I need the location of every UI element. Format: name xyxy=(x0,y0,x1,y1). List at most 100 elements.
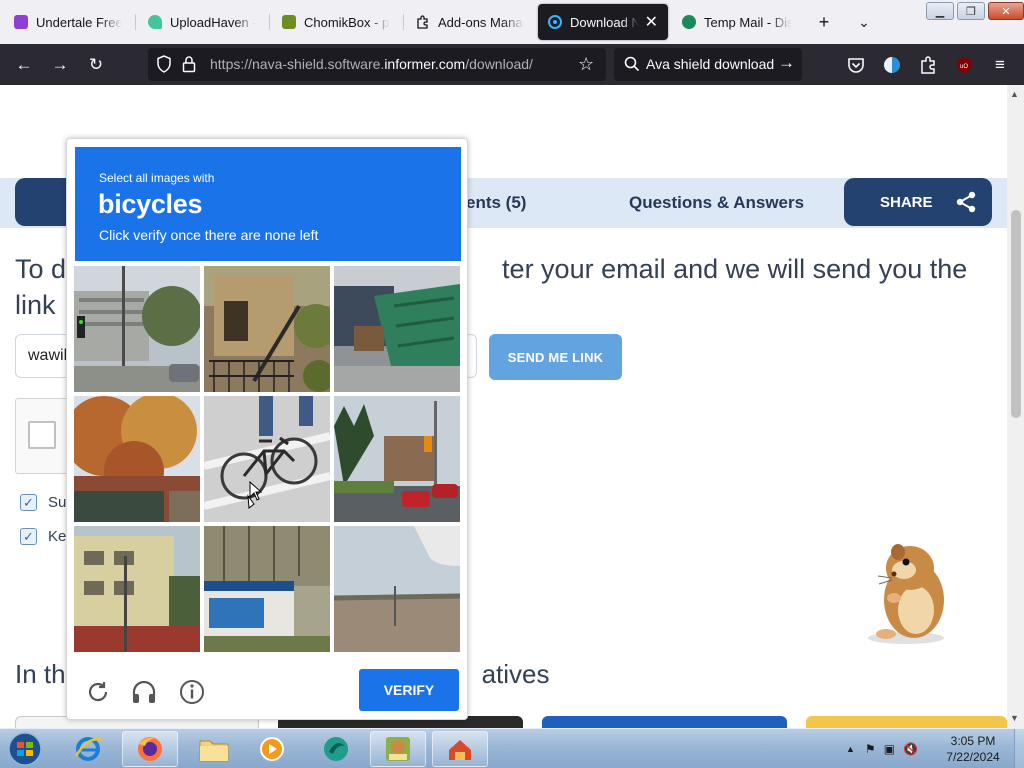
lock-icon[interactable] xyxy=(182,55,196,78)
captcha-tile-5[interactable] xyxy=(204,396,330,522)
media-player-taskbar-icon[interactable] xyxy=(244,731,300,767)
reload-icon[interactable]: ↻ xyxy=(82,51,110,79)
tab-download-nava-active[interactable]: Download Na ✕ xyxy=(538,4,668,40)
alternative-app-thumbnail[interactable] xyxy=(806,716,1007,728)
captcha-tile-6[interactable] xyxy=(334,396,460,522)
show-hidden-icons-arrow-icon[interactable]: ▲ xyxy=(846,744,855,754)
sign-board-image xyxy=(204,526,330,652)
info-icon[interactable] xyxy=(179,679,205,705)
windows-start-orb-icon[interactable] xyxy=(6,731,44,767)
captcha-checkbox[interactable] xyxy=(28,421,56,449)
tab-favicon-icon xyxy=(148,15,162,29)
captcha-prompt-text: Select all images with xyxy=(99,171,215,185)
tab-favicon-icon xyxy=(682,15,696,29)
shield-tracking-icon[interactable] xyxy=(156,55,172,78)
tab-addons-manager[interactable]: Add-ons Manage xyxy=(406,4,534,40)
captcha-tile-9[interactable] xyxy=(334,526,460,652)
puzzle-icon xyxy=(416,15,430,29)
search-icon xyxy=(624,56,640,77)
captcha-tile-2[interactable] xyxy=(204,266,330,392)
tab-title: Temp Mail - Disp xyxy=(704,14,792,30)
back-arrow-icon[interactable]: ← xyxy=(10,51,38,79)
system-tray: ▲ ⚑ ▣ 🔇 xyxy=(846,729,918,768)
installer-app-taskbar-icon[interactable] xyxy=(432,731,488,767)
taskbar-clock[interactable]: 3:05 PM 7/22/2024 xyxy=(928,733,1018,765)
file-explorer-taskbar-icon[interactable] xyxy=(186,731,242,767)
minimize-window-icon[interactable]: ▁ xyxy=(926,2,954,20)
url-bar[interactable]: https://nava-shield.software.informer.co… xyxy=(148,48,606,81)
browser-tab-strip: Undertale Free D UploadHaven - F ChomikB… xyxy=(0,0,1024,44)
dark-mode-extension-icon[interactable] xyxy=(878,51,906,79)
send-me-link-button[interactable]: SEND ME LINK xyxy=(489,334,622,380)
tab-title: Download Na xyxy=(570,14,639,30)
tab-favicon-icon xyxy=(282,15,296,29)
tab-uploadhaven[interactable]: UploadHaven - F xyxy=(138,4,266,40)
tab-title: Undertale Free D xyxy=(36,14,122,30)
extensions-puzzle-icon[interactable] xyxy=(914,51,942,79)
pocket-icon[interactable] xyxy=(842,51,870,79)
captcha-tile-3[interactable] xyxy=(334,266,460,392)
new-tab-plus-icon[interactable]: + xyxy=(810,8,838,36)
page-scrollbar[interactable]: ▲ ▼ xyxy=(1007,85,1024,728)
show-desktop-button[interactable] xyxy=(1014,729,1024,768)
forward-arrow-icon[interactable]: → xyxy=(46,51,74,79)
teal-app-taskbar-icon[interactable] xyxy=(308,731,364,767)
tab-chomikbox[interactable]: ChomikBox - pra xyxy=(272,4,400,40)
captcha-tile-4[interactable] xyxy=(74,396,200,522)
internet-explorer-taskbar-icon[interactable] xyxy=(60,731,116,767)
volume-muted-icon[interactable]: 🔇 xyxy=(903,742,918,756)
captcha-tile-8[interactable] xyxy=(204,526,330,652)
share-label: SHARE xyxy=(880,193,933,211)
share-icon xyxy=(956,191,976,213)
hamster-mascot-icon xyxy=(868,544,944,644)
tab-close-icon[interactable]: ✕ xyxy=(639,12,658,32)
close-window-icon[interactable]: ✕ xyxy=(988,2,1024,20)
captcha-target-word: bicycles xyxy=(98,189,203,219)
refresh-icon[interactable] xyxy=(85,679,111,705)
bicycle-photo-image xyxy=(204,396,330,522)
verify-button[interactable]: VERIFY xyxy=(359,669,459,711)
tab-temp-mail[interactable]: Temp Mail - Disp xyxy=(672,4,802,40)
street-photo-image xyxy=(74,266,200,392)
windows-taskbar: ▲ ⚑ ▣ 🔇 3:05 PM 7/22/2024 xyxy=(0,728,1024,768)
tab-title: UploadHaven - F xyxy=(170,14,256,30)
network-icon[interactable]: ▣ xyxy=(884,742,895,756)
subscribe-checkbox[interactable]: ✓ xyxy=(20,494,37,511)
hamburger-menu-icon[interactable]: ≡ xyxy=(986,51,1014,79)
nav-comments[interactable]: ents (5) xyxy=(466,193,526,213)
keep-checkbox[interactable]: ✓ xyxy=(20,528,37,545)
action-center-flag-icon[interactable]: ⚑ xyxy=(865,742,876,756)
keep-checkbox-label: Ke xyxy=(48,528,67,545)
ublock-origin-icon[interactable]: uO xyxy=(950,51,978,79)
nav-questions-answers[interactable]: Questions & Answers xyxy=(629,193,804,213)
tab-favicon-icon xyxy=(14,15,28,29)
search-text: Ava shield download xyxy=(646,56,775,72)
tab-title: ChomikBox - pra xyxy=(304,14,390,30)
building-corner-image xyxy=(74,526,200,652)
captcha-challenge-dialog: Select all images with bicycles Click ve… xyxy=(66,138,468,720)
captcha-tile-1[interactable] xyxy=(74,266,200,392)
restore-window-icon[interactable]: ❐ xyxy=(957,2,985,20)
firefox-taskbar-icon[interactable] xyxy=(122,731,178,767)
scroll-up-arrow-icon[interactable]: ▲ xyxy=(1010,89,1019,99)
clock-date: 7/22/2024 xyxy=(946,750,1000,764)
bookmark-star-icon[interactable]: ☆ xyxy=(578,54,594,75)
dumpster-photo-image xyxy=(334,266,460,392)
scroll-thumb[interactable] xyxy=(1011,210,1021,418)
search-go-arrow-icon[interactable]: → xyxy=(778,53,795,73)
captcha-tile-7[interactable] xyxy=(74,526,200,652)
informer-logo-icon xyxy=(548,15,562,29)
share-button[interactable]: SHARE xyxy=(844,178,992,226)
browser-toolbar: ← → ↻ https://nava-shield.software.infor… xyxy=(0,44,1024,85)
tab-undertale[interactable]: Undertale Free D xyxy=(4,4,132,40)
search-bar[interactable]: Ava shield download → xyxy=(614,48,802,81)
chomikbox-taskbar-icon[interactable] xyxy=(370,731,426,767)
scroll-down-arrow-icon[interactable]: ▼ xyxy=(1010,713,1019,723)
alternative-app-thumbnail[interactable] xyxy=(542,716,787,728)
list-all-tabs-chevron-icon[interactable]: ⌄ xyxy=(850,8,878,36)
tab-title: Add-ons Manage xyxy=(438,14,524,30)
captcha-instruction: Click verify once there are none left xyxy=(99,227,319,243)
audio-headphones-icon[interactable] xyxy=(131,679,157,705)
subscribe-checkbox-label: Su xyxy=(48,494,67,511)
mouse-cursor-icon xyxy=(249,481,263,501)
